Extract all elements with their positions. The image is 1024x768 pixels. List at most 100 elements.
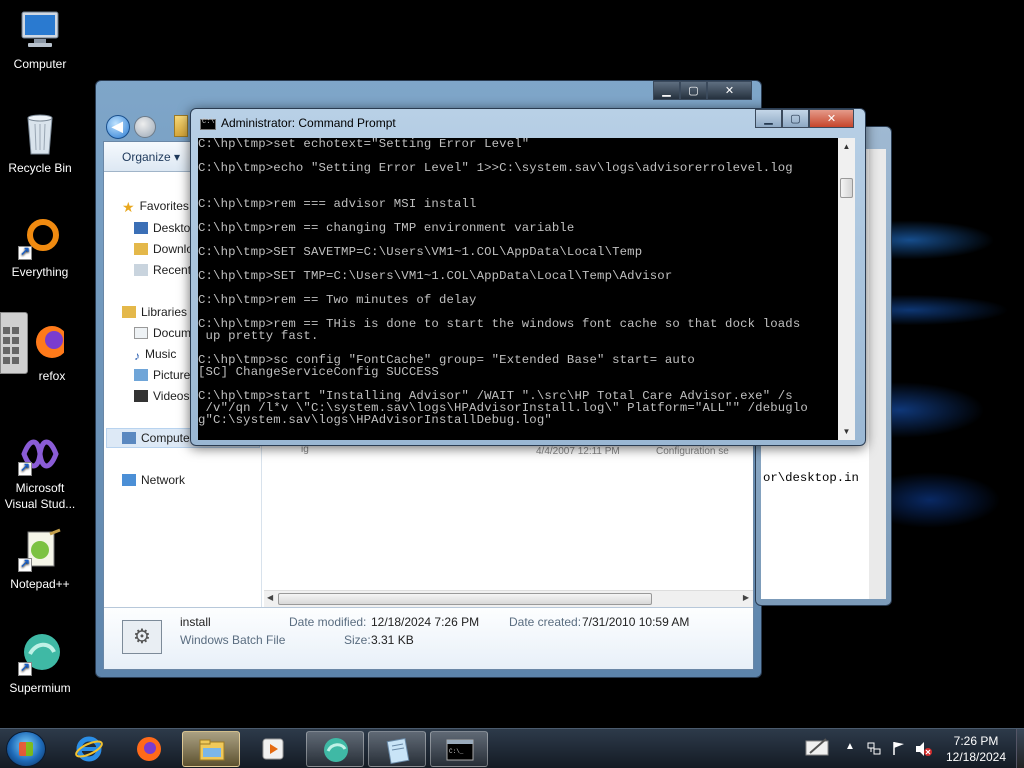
desktop-icon-label: Notepad++ <box>10 577 70 591</box>
vertical-scrollbar[interactable]: ▲ ▼ <box>838 138 855 440</box>
console-line: C:\hp\tmp>rem === advisor MSI install <box>198 197 477 211</box>
scroll-up-icon[interactable]: ▲ <box>838 138 855 155</box>
nav-desktop[interactable]: Deskto <box>134 221 190 235</box>
maximize-button[interactable]: ▢ <box>782 109 809 128</box>
show-desktop-button[interactable] <box>1016 729 1024 768</box>
taskbar-internet-explorer[interactable] <box>60 731 118 767</box>
details-file-name: install <box>180 615 211 629</box>
cmd-icon <box>200 118 216 130</box>
taskbar-supermium[interactable] <box>306 731 364 767</box>
console-text-line: Level% <box>763 615 808 629</box>
date-modified-label: Date modified: <box>289 615 367 629</box>
volume-muted-icon[interactable] <box>914 741 932 768</box>
music-icon: ♪ <box>134 349 140 363</box>
scrollbar-thumb[interactable] <box>278 593 652 605</box>
shortcut-arrow-icon <box>18 244 32 260</box>
taskbar-media-player[interactable] <box>244 731 302 767</box>
start-button[interactable] <box>6 731 46 767</box>
documents-icon <box>134 327 148 339</box>
forward-button[interactable] <box>134 116 156 138</box>
taskbar-windows-explorer[interactable] <box>182 731 240 767</box>
taskbar-clock[interactable]: 7:26 PM 12/18/2024 <box>940 733 1012 765</box>
desktop-icon-label: Supermium <box>9 681 71 695</box>
desktop-icon-supermium[interactable]: Supermium <box>0 632 80 696</box>
nav-label: Music <box>145 347 177 361</box>
back-arrow-icon: ◀ <box>112 118 123 134</box>
supermium-icon <box>324 738 348 762</box>
svg-text:C:\_: C:\_ <box>449 748 464 755</box>
clock-date: 12/18/2024 <box>945 750 1007 764</box>
taskbar-command-prompt[interactable]: C:\_ <box>430 731 488 767</box>
file-row-date: 4/4/2007 12:11 PM <box>536 446 620 457</box>
console-line: C:\hp\tmp>echo "Setting Error Level" 1>>… <box>198 161 793 175</box>
nav-network[interactable]: Network <box>122 473 185 487</box>
clock-time: 7:26 PM <box>953 734 999 748</box>
window-title: Administrator: Command Prompt <box>221 116 396 130</box>
desktop-icon-recycle-bin[interactable]: Recycle Bin <box>0 112 80 176</box>
close-button[interactable]: ✕ <box>707 81 752 100</box>
scrollbar-thumb[interactable] <box>840 178 853 198</box>
supermium-icon <box>16 632 64 676</box>
nav-downloads[interactable]: Downlo <box>134 242 193 256</box>
size-label: Size: <box>344 633 371 647</box>
cmd-icon: C:\_ <box>446 739 474 761</box>
videos-icon <box>134 390 148 402</box>
nav-favorites[interactable]: ★ Favorites <box>122 199 189 215</box>
nav-music[interactable]: ♪ Music <box>134 347 177 363</box>
minimize-button[interactable]: ▁ <box>653 81 680 100</box>
nav-computer[interactable]: Compute <box>122 431 190 445</box>
file-row-type: Configuration se <box>656 446 729 457</box>
console-line: C:\hp\tmp>SET SAVETMP=C:\Users\VM1~1.COL… <box>198 245 643 259</box>
console-line: C:\hp\tmp>rem == Two minutes of delay <box>198 293 477 307</box>
nav-label: Deskto <box>153 221 191 235</box>
desktop-icon-everything[interactable]: Everything <box>0 216 80 280</box>
command-prompt-window[interactable]: Administrator: Command Prompt ▁ ▢ ✕ C:\h… <box>190 108 866 446</box>
desktop-icon-visual-studio[interactable]: Microsoft Visual Stud... <box>0 432 80 512</box>
pictures-icon <box>134 369 148 381</box>
nav-pictures[interactable]: Picture <box>134 368 190 382</box>
scroll-down-icon[interactable]: ▼ <box>838 423 855 440</box>
console-line: up pretty fast. <box>198 329 319 343</box>
desktop-icon-computer[interactable]: Computer <box>0 8 80 72</box>
console-line: C:\hp\tmp>set echotext="Setting Error Le… <box>198 138 530 151</box>
maximize-button[interactable]: ▢ <box>680 81 707 100</box>
flag-tray-icon[interactable] <box>891 740 907 768</box>
background-console-scrollbar[interactable] <box>869 149 886 599</box>
back-button[interactable]: ◀ <box>106 115 130 139</box>
nav-recent[interactable]: Recent <box>134 263 191 277</box>
show-hidden-icons-button[interactable]: ▲ <box>845 741 855 768</box>
computer-icon <box>16 8 64 52</box>
nav-label: Compute <box>141 431 190 445</box>
details-file-type: Windows Batch File <box>180 633 286 647</box>
nav-label: Recent <box>153 263 192 277</box>
horizontal-scrollbar[interactable]: ◀ ▶ <box>264 590 753 607</box>
scroll-left-icon[interactable]: ◀ <box>267 593 273 602</box>
taskbar: C:\_ ▲ 7:26 PM 12/18/2024 <box>0 728 1024 768</box>
minimize-button[interactable]: ▁ <box>755 109 782 128</box>
console-caption-buttons: ▁ ▢ ✕ <box>755 109 854 128</box>
taskbar-notepad[interactable] <box>368 731 426 767</box>
firefox-icon <box>137 737 161 761</box>
organize-button[interactable]: Organize ▾ <box>122 150 180 164</box>
close-button[interactable]: ✕ <box>809 109 854 128</box>
on-screen-keyboard-icon[interactable] <box>0 312 28 374</box>
tray-action-center[interactable] <box>800 729 836 768</box>
desktop-icon-notepad-plus-plus[interactable]: Notepad++ <box>0 528 80 592</box>
taskbar-firefox[interactable] <box>120 731 178 767</box>
nav-libraries[interactable]: Libraries <box>122 305 187 319</box>
nav-label: Favorites <box>139 199 189 213</box>
console-line: C:\hp\tmp>rem == changing TMP environmen… <box>198 221 575 235</box>
star-icon: ★ <box>122 199 135 215</box>
nav-videos[interactable]: Videos <box>134 389 189 403</box>
notepad-plus-plus-icon <box>16 528 64 572</box>
scroll-right-icon[interactable]: ▶ <box>743 593 749 602</box>
explorer-icon <box>199 739 225 761</box>
desktop-icon-label: Computer <box>13 57 67 71</box>
nav-documents[interactable]: Docum <box>134 326 191 340</box>
console-output[interactable]: C:\hp\tmp>set echotext="Setting Error Le… <box>198 138 838 440</box>
date-created-label: Date created: <box>509 615 582 629</box>
network-tray-icon[interactable] <box>866 741 882 768</box>
nav-label: Network <box>141 473 186 487</box>
